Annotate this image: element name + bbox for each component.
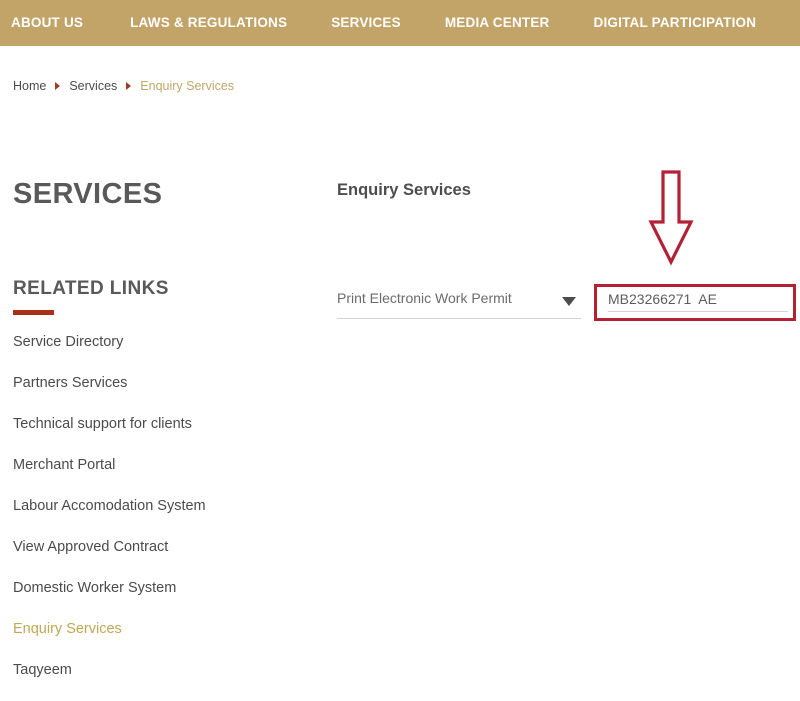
- permit-number-field-wrapper: [608, 286, 788, 318]
- nav-item-media-center[interactable]: MEDIA CENTER: [445, 0, 550, 46]
- sidebar-item-labour-accomodation-system[interactable]: Labour Accomodation System: [13, 496, 313, 537]
- sidebar-item-service-directory[interactable]: Service Directory: [13, 332, 313, 373]
- sidebar-item-enquiry-services[interactable]: Enquiry Services: [13, 619, 313, 660]
- breadcrumb-item-home[interactable]: Home: [13, 79, 46, 93]
- sidebar-item-partners-services[interactable]: Partners Services: [13, 373, 313, 414]
- sidebar-item-technical-support-for-clients[interactable]: Technical support for clients: [13, 414, 313, 455]
- breadcrumb: Home Services Enquiry Services: [13, 79, 234, 93]
- sidebar-item-domestic-worker-system[interactable]: Domestic Worker System: [13, 578, 313, 619]
- nav-item-digital-participation[interactable]: DIGITAL PARTICIPATION: [594, 0, 757, 46]
- breadcrumb-item-enquiry-services: Enquiry Services: [140, 79, 235, 93]
- nav-item-services[interactable]: SERVICES: [331, 0, 401, 46]
- triangle-right-icon: [55, 82, 61, 90]
- chevron-down-icon: [562, 297, 576, 306]
- triangle-right-icon: [126, 82, 132, 90]
- arrow-down-outline-icon: [648, 170, 694, 266]
- sidebar-related-links-list: Service Directory Partners Services Tech…: [13, 332, 313, 701]
- top-navigation-bar: ABOUT US LAWS & REGULATIONS SERVICES MED…: [0, 0, 800, 46]
- page-title: SERVICES: [13, 178, 163, 210]
- nav-item-about-us[interactable]: ABOUT US: [11, 0, 83, 46]
- service-type-dropdown-value: Print Electronic Work Permit: [337, 290, 512, 306]
- breadcrumb-item-services[interactable]: Services: [69, 79, 117, 93]
- sidebar-item-view-approved-contract[interactable]: View Approved Contract: [13, 537, 313, 578]
- related-links-underline-rule: [13, 310, 54, 315]
- service-type-dropdown[interactable]: Print Electronic Work Permit: [337, 286, 581, 319]
- content-heading: Enquiry Services: [337, 181, 471, 199]
- sidebar-item-merchant-portal[interactable]: Merchant Portal: [13, 455, 313, 496]
- permit-number-input[interactable]: [608, 286, 788, 312]
- sidebar-item-taqyeem[interactable]: Taqyeem: [13, 660, 313, 701]
- related-links-heading: RELATED LINKS: [13, 278, 169, 299]
- nav-item-laws-regulations[interactable]: LAWS & REGULATIONS: [130, 0, 287, 46]
